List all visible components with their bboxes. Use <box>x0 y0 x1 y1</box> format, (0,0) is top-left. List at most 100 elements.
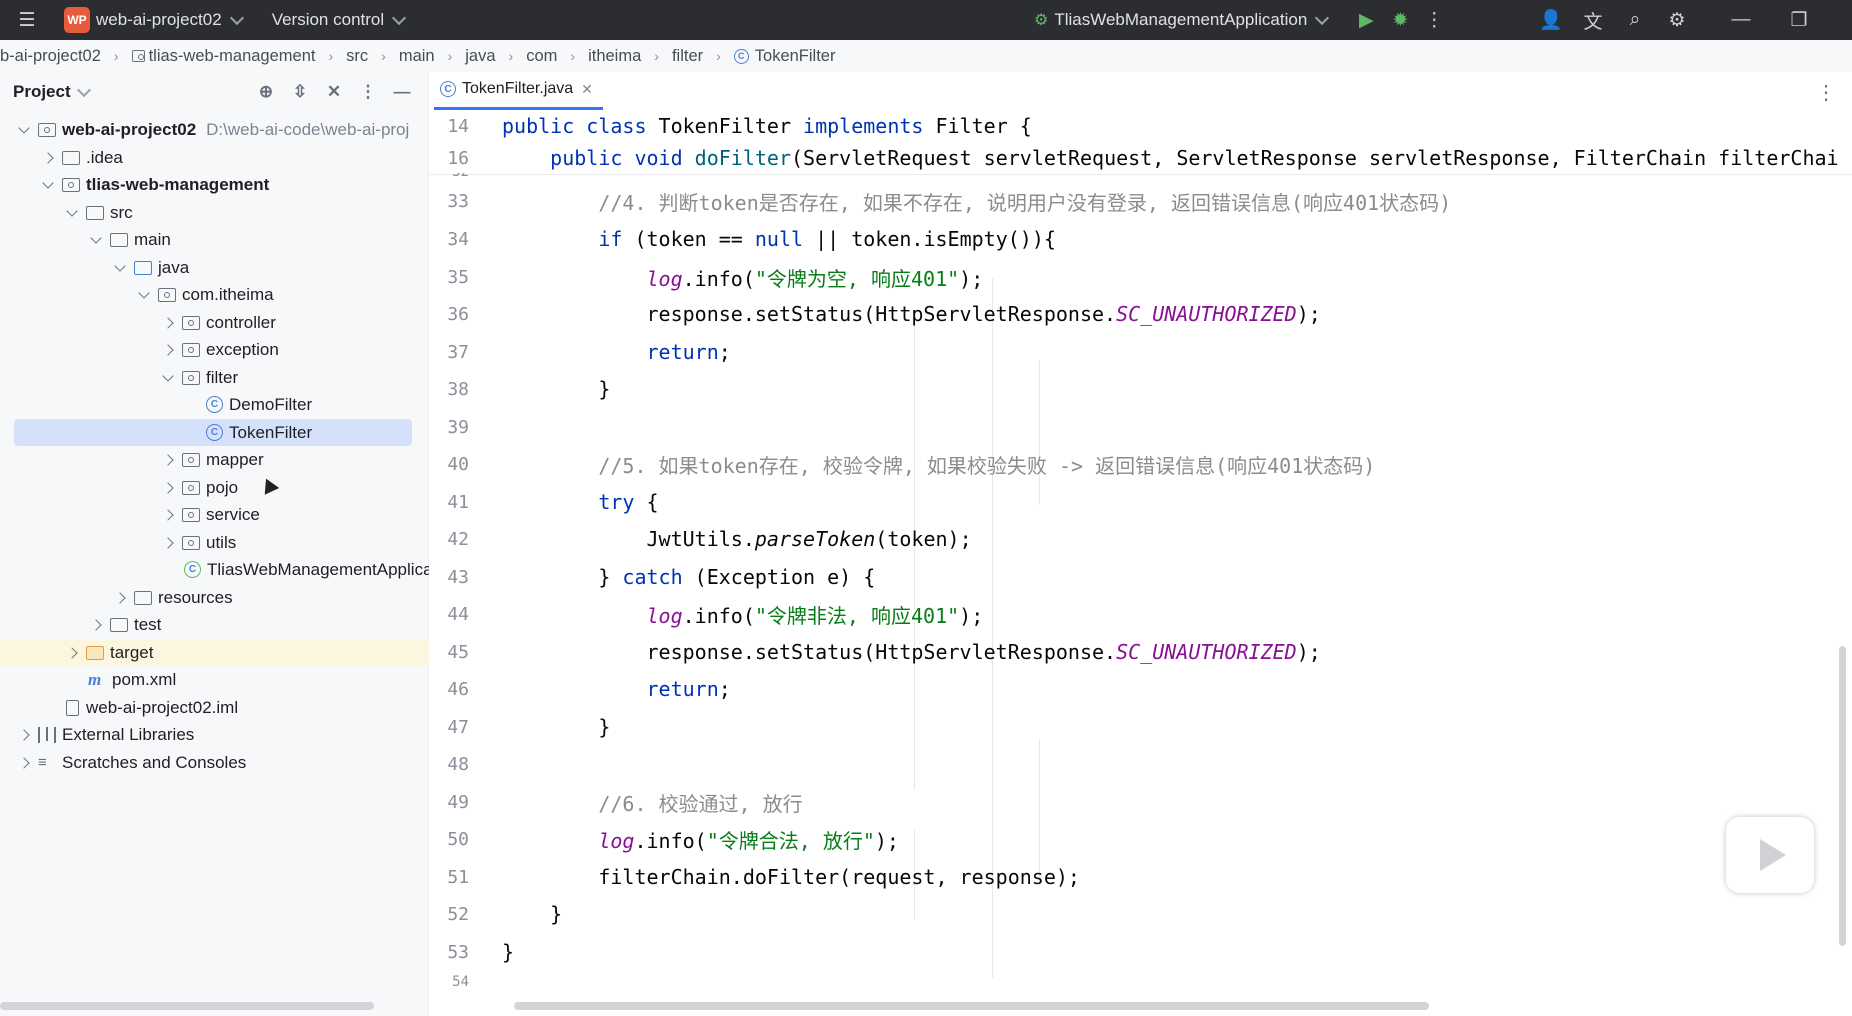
chevron-right-icon[interactable] <box>160 480 176 496</box>
settings-icon[interactable]: ⚙ <box>1660 3 1694 37</box>
code-line[interactable]: 48 <box>429 748 1852 780</box>
tab-tokenfilter[interactable]: C TokenFilter.java ✕ <box>434 71 603 110</box>
main-menu-icon[interactable]: ☰ <box>10 3 44 37</box>
line-number: 16 <box>447 147 469 169</box>
code-line[interactable]: 41 try { <box>429 486 1852 518</box>
code-line[interactable]: 33 //4. 判断token是否存在, 如果不存在, 说明用户没有登录, 返回… <box>429 185 1852 217</box>
collapse-all-icon[interactable]: ✕ <box>320 82 348 102</box>
code-line[interactable]: 45 response.setStatus(HttpServletRespons… <box>429 636 1852 668</box>
code-line[interactable]: 46 return; <box>429 673 1852 705</box>
code-line[interactable]: 42 JwtUtils.parseToken(token); <box>429 523 1852 555</box>
project-switcher[interactable]: WP web-ai-project02 <box>56 0 250 40</box>
code-line[interactable]: 51 filterChain.doFilter(request, respons… <box>429 861 1852 893</box>
chevron-down-icon <box>1315 10 1330 25</box>
breadcrumb-item[interactable]: com <box>526 47 557 66</box>
code-line[interactable]: 49 //6. 校验通过, 放行 <box>429 786 1852 818</box>
horizontal-scrollbar[interactable] <box>0 1002 374 1010</box>
chevron-right-icon[interactable] <box>64 645 80 661</box>
code-text: response.setStatus(HttpServletResponse.S… <box>502 302 1321 326</box>
chevron-right-icon[interactable] <box>40 150 56 166</box>
code-line[interactable]: 50 log.info("令牌合法, 放行"); <box>429 823 1852 855</box>
add-user-icon[interactable]: 👤 <box>1534 3 1568 37</box>
options-icon[interactable]: ⋮ <box>354 82 382 102</box>
breadcrumb-item[interactable]: main <box>399 47 435 66</box>
line-number: 53 <box>447 941 469 963</box>
chevron-down-icon[interactable] <box>112 260 128 276</box>
chevron-right-icon[interactable] <box>160 342 176 358</box>
project-panel-title[interactable]: Project <box>13 82 71 102</box>
code-line[interactable]: 52 } <box>429 898 1852 930</box>
tree-item-tlias-web-management[interactable]: tlias-web-management <box>0 171 468 198</box>
code-line[interactable]: 53 } <box>429 936 1852 968</box>
chevron-right-icon[interactable] <box>160 507 176 523</box>
search-icon[interactable]: ⌕ <box>1618 3 1652 37</box>
chevron-down-icon[interactable] <box>160 370 176 386</box>
sticky-line[interactable]: 14 public class TokenFilter implements F… <box>429 110 1852 143</box>
version-control-menu[interactable]: Version control <box>264 0 412 40</box>
sticky-line[interactable]: 16 public void doFilter(ServletRequest s… <box>429 142 1852 175</box>
code-line[interactable]: 32 <box>429 173 1852 185</box>
code-line[interactable]: 39 <box>429 411 1852 443</box>
close-window-icon[interactable]: ✕ <box>1842 3 1852 37</box>
breadcrumb-item[interactable]: tlias-web-management <box>131 47 315 66</box>
code-line[interactable]: 37 return; <box>429 336 1852 368</box>
breadcrumb-item[interactable]: java <box>465 47 495 66</box>
hide-panel-icon[interactable]: — <box>388 82 416 102</box>
tab-options-icon[interactable]: ⋮ <box>1816 80 1836 105</box>
tree-item-external-libraries[interactable]: External Libraries <box>0 721 444 748</box>
debug-icon[interactable]: ✹ <box>1383 3 1417 37</box>
chevron-right-icon[interactable] <box>160 535 176 551</box>
chevron-right-icon[interactable] <box>112 590 128 606</box>
expand-all-icon[interactable]: ⇳ <box>286 82 314 102</box>
run-config-selector[interactable]: ⚙ TliasWebManagementApplication <box>1026 0 1335 40</box>
tree-label: java <box>158 257 190 277</box>
class-icon: C <box>206 424 223 441</box>
code-line[interactable]: 47 } <box>429 711 1852 743</box>
breadcrumb-label: java <box>465 46 496 65</box>
tree-item-idea[interactable]: .idea <box>0 144 468 171</box>
chevron-down-icon[interactable] <box>64 205 80 221</box>
chevron-right-icon[interactable] <box>160 452 176 468</box>
code-line[interactable]: 44 log.info("令牌非法, 响应401"); <box>429 598 1852 630</box>
breadcrumb-item[interactable]: C TokenFilter <box>733 47 835 66</box>
chevron-right-icon[interactable] <box>88 617 104 633</box>
run-icon[interactable]: ▶ <box>1349 3 1383 37</box>
chevron-down-icon[interactable] <box>16 122 32 138</box>
restore-icon[interactable]: ❐ <box>1782 3 1816 37</box>
code-line[interactable]: 54 <box>429 972 1852 992</box>
tree-item-src[interactable]: src <box>0 199 492 226</box>
minimize-icon[interactable]: — <box>1724 3 1758 37</box>
code-area[interactable]: ✓ 1 ︿ ﹀ 14 public class TokenFilter impl… <box>429 110 1852 1016</box>
breadcrumb-item[interactable]: src <box>346 47 368 66</box>
code-line[interactable]: 34 if (token == null || token.isEmpty())… <box>429 223 1852 255</box>
tree-item-scratches[interactable]: ≡ Scratches and Consoles <box>0 749 444 776</box>
chevron-down-icon[interactable] <box>136 287 152 303</box>
tree-item-web-ai-project02[interactable]: web-ai-project02 D:\web-ai-code\web-ai-p… <box>0 116 444 143</box>
tree-item-iml[interactable]: web-ai-project02.iml <box>0 694 494 721</box>
editor-horizontal-scrollbar[interactable] <box>514 1002 1429 1010</box>
code-line[interactable]: 36 response.setStatus(HttpServletRespons… <box>429 298 1852 330</box>
breadcrumb-item[interactable]: filter <box>672 47 703 66</box>
tree-path: D:\web-ai-code\web-ai-proj <box>206 119 410 139</box>
package-icon <box>182 535 200 550</box>
vertical-scrollbar[interactable] <box>1839 646 1846 946</box>
video-play-button[interactable] <box>1726 817 1814 893</box>
chevron-right-icon[interactable] <box>16 727 32 743</box>
chevron-right-icon[interactable] <box>16 755 32 771</box>
chevron-down-icon[interactable] <box>40 177 56 193</box>
code-line[interactable]: 38 } <box>429 373 1852 405</box>
tree-item-target[interactable]: target <box>0 639 492 666</box>
locate-icon[interactable]: ⊕ <box>252 82 280 102</box>
more-actions-icon[interactable]: ⋮ <box>1417 3 1451 37</box>
translate-icon[interactable]: 文 <box>1576 3 1610 37</box>
code-line[interactable]: 40 //5. 如果token存在, 校验令牌, 如果校验失败 -> 返回错误信… <box>429 448 1852 480</box>
chevron-right-icon[interactable] <box>160 315 176 331</box>
breadcrumb-item[interactable]: b-ai-project02 <box>0 47 101 66</box>
close-icon[interactable]: ✕ <box>581 81 593 98</box>
package-icon <box>182 342 200 357</box>
breadcrumb-item[interactable]: itheima <box>588 47 641 66</box>
code-line[interactable]: 35 log.info("令牌为空, 响应401"); <box>429 261 1852 293</box>
chevron-down-icon[interactable] <box>76 82 91 97</box>
code-line[interactable]: 43 } catch (Exception e) { <box>429 561 1852 593</box>
chevron-down-icon[interactable] <box>88 232 104 248</box>
